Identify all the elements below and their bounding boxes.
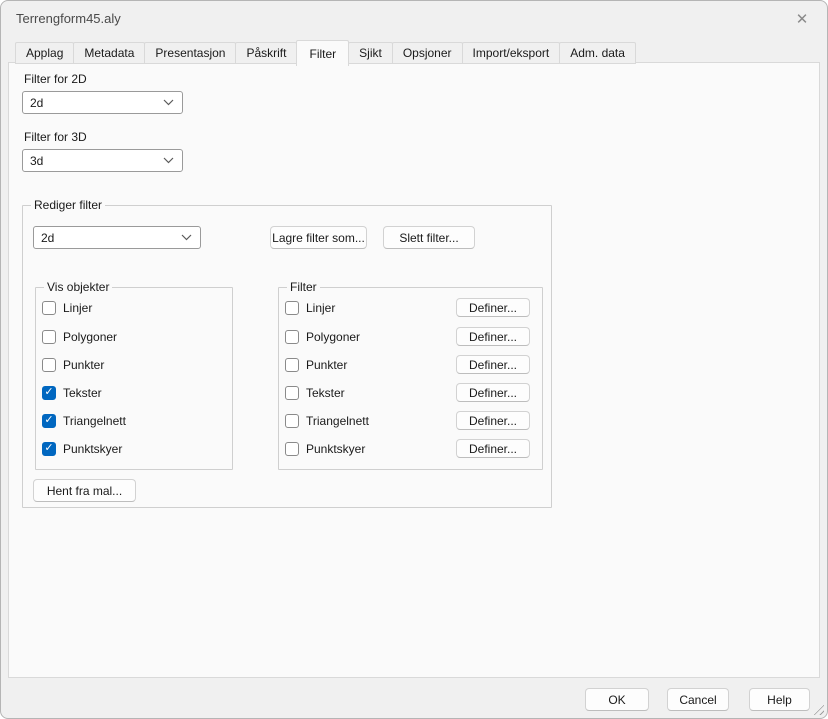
tab-strip: Applag Metadata Presentasjon Påskrift Fi…	[15, 40, 635, 64]
checkbox[interactable]	[285, 386, 299, 400]
checkbox[interactable]	[285, 442, 299, 456]
filter-3d-value: 3d	[30, 154, 43, 168]
checkbox-row: Linjer	[285, 299, 335, 316]
vis-objekter-group-title: Vis objekter	[44, 280, 112, 294]
definer-button[interactable]: Definer...	[456, 355, 530, 374]
filter-2d-label: Filter for 2D	[24, 72, 87, 86]
checkbox-label[interactable]: Linjer	[63, 301, 92, 315]
ok-button[interactable]: OK	[585, 688, 649, 711]
checkbox[interactable]	[42, 301, 56, 315]
dialog-footer: OK Cancel Help	[1, 680, 827, 718]
hent-fra-mal-button[interactable]: Hent fra mal...	[33, 479, 136, 502]
filter-group-title: Filter	[287, 280, 320, 294]
definer-button[interactable]: Definer...	[456, 298, 530, 317]
tab-presentasjon[interactable]: Presentasjon	[144, 42, 236, 64]
checkbox[interactable]	[42, 414, 56, 428]
tab-filter[interactable]: Filter	[296, 40, 349, 66]
rediger-filter-group: Rediger filter 2d Lagre filter som... Sl…	[22, 205, 552, 508]
delete-filter-button[interactable]: Slett filter...	[383, 226, 475, 249]
filter-2d-combobox[interactable]: 2d	[22, 91, 183, 114]
checkbox-row: Triangelnett	[285, 412, 369, 429]
checkbox[interactable]	[42, 442, 56, 456]
filter-3d-label: Filter for 3D	[24, 130, 87, 144]
definer-button[interactable]: Definer...	[456, 411, 530, 430]
tab-paskrift[interactable]: Påskrift	[235, 42, 297, 64]
tab-import-eksport[interactable]: Import/eksport	[462, 42, 561, 64]
filter-2d-value: 2d	[30, 96, 43, 110]
checkbox-label[interactable]: Punktskyer	[306, 442, 365, 456]
checkbox-row: Polygoner	[42, 328, 117, 345]
checkbox-label[interactable]: Tekster	[63, 386, 102, 400]
tab-sjikt[interactable]: Sjikt	[348, 42, 393, 64]
vis-objekter-group: Vis objekter Linjer Polygoner Punkter Te…	[35, 287, 233, 470]
tab-opsjoner[interactable]: Opsjoner	[392, 42, 463, 64]
title-bar: Terrengform45.aly ✕	[1, 1, 827, 38]
rediger-filter-combobox[interactable]: 2d	[33, 226, 201, 249]
checkbox-row: Tekster	[42, 384, 102, 401]
window-title: Terrengform45.aly	[16, 11, 121, 26]
checkbox[interactable]	[285, 358, 299, 372]
checkbox-row: Punktskyer	[42, 440, 122, 457]
resize-grip-icon[interactable]	[811, 702, 824, 715]
filter-tab-page: Filter for 2D 2d Filter for 3D 3d Redige…	[8, 62, 820, 678]
definer-button[interactable]: Definer...	[456, 327, 530, 346]
dialog-window: Terrengform45.aly ✕ Applag Metadata Pres…	[0, 0, 828, 719]
checkbox[interactable]	[42, 330, 56, 344]
chevron-down-icon	[163, 157, 174, 164]
tab-applag[interactable]: Applag	[15, 42, 74, 64]
checkbox[interactable]	[285, 330, 299, 344]
chevron-down-icon	[181, 234, 192, 241]
checkbox-label[interactable]: Polygoner	[306, 330, 360, 344]
checkbox-row: Punktskyer	[285, 440, 365, 457]
checkbox-label[interactable]: Punkter	[306, 358, 347, 372]
checkbox[interactable]	[285, 414, 299, 428]
chevron-down-icon	[163, 99, 174, 106]
checkbox-row: Punkter	[42, 356, 104, 373]
save-filter-button[interactable]: Lagre filter som...	[270, 226, 367, 249]
cancel-button[interactable]: Cancel	[667, 688, 729, 711]
close-icon[interactable]: ✕	[792, 9, 812, 29]
checkbox-row: Triangelnett	[42, 412, 126, 429]
checkbox-label[interactable]: Linjer	[306, 301, 335, 315]
checkbox[interactable]	[42, 386, 56, 400]
tab-adm-data[interactable]: Adm. data	[559, 42, 636, 64]
checkbox-label[interactable]: Punkter	[63, 358, 104, 372]
checkbox-row: Linjer	[42, 299, 92, 316]
checkbox-label[interactable]: Triangelnett	[63, 414, 126, 428]
definer-button[interactable]: Definer...	[456, 439, 530, 458]
rediger-filter-group-title: Rediger filter	[31, 198, 105, 212]
checkbox-label[interactable]: Punktskyer	[63, 442, 122, 456]
filter-group: Filter Linjer Definer... Polygoner Defin…	[278, 287, 543, 470]
checkbox-row: Polygoner	[285, 328, 360, 345]
checkbox-label[interactable]: Tekster	[306, 386, 345, 400]
checkbox-row: Punkter	[285, 356, 347, 373]
checkbox[interactable]	[285, 301, 299, 315]
checkbox-label[interactable]: Triangelnett	[306, 414, 369, 428]
help-button[interactable]: Help	[749, 688, 810, 711]
checkbox[interactable]	[42, 358, 56, 372]
definer-button[interactable]: Definer...	[456, 383, 530, 402]
rediger-filter-value: 2d	[41, 231, 54, 245]
filter-3d-combobox[interactable]: 3d	[22, 149, 183, 172]
checkbox-label[interactable]: Polygoner	[63, 330, 117, 344]
tab-metadata[interactable]: Metadata	[73, 42, 145, 64]
checkbox-row: Tekster	[285, 384, 345, 401]
